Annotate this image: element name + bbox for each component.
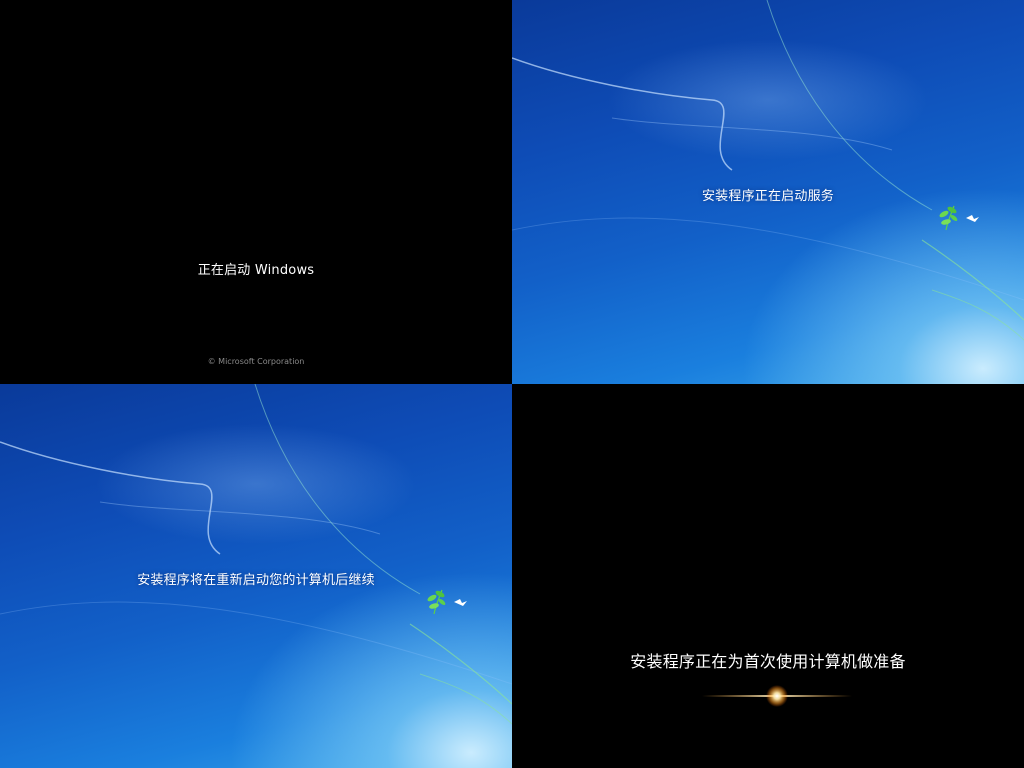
starting-windows-message: 正在启动 Windows [197, 263, 315, 278]
panel-setup-restart: 安装程序将在重新启动您的计算机后继续 [0, 384, 512, 768]
panel-first-use: 安装程序正在为首次使用计算机做准备 [512, 384, 1024, 768]
copyright-text: © Microsoft Corporation [207, 357, 305, 366]
windows-logo-bird-icon [939, 205, 979, 231]
lens-flare-icon [702, 685, 852, 707]
panel-starting-windows: 正在启动 Windows © Microsoft Corporation [0, 0, 512, 384]
first-use-message: 安装程序正在为首次使用计算机做准备 [630, 652, 906, 671]
setup-screens-grid: 正在启动 Windows © Microsoft Corporation 安装程… [0, 0, 1024, 768]
setup-restart-message: 安装程序将在重新启动您的计算机后继续 [137, 573, 375, 588]
panel-setup-services: 安装程序正在启动服务 [512, 0, 1024, 384]
setup-services-message: 安装程序正在启动服务 [701, 189, 834, 204]
windows-logo-bird-icon [427, 589, 467, 615]
